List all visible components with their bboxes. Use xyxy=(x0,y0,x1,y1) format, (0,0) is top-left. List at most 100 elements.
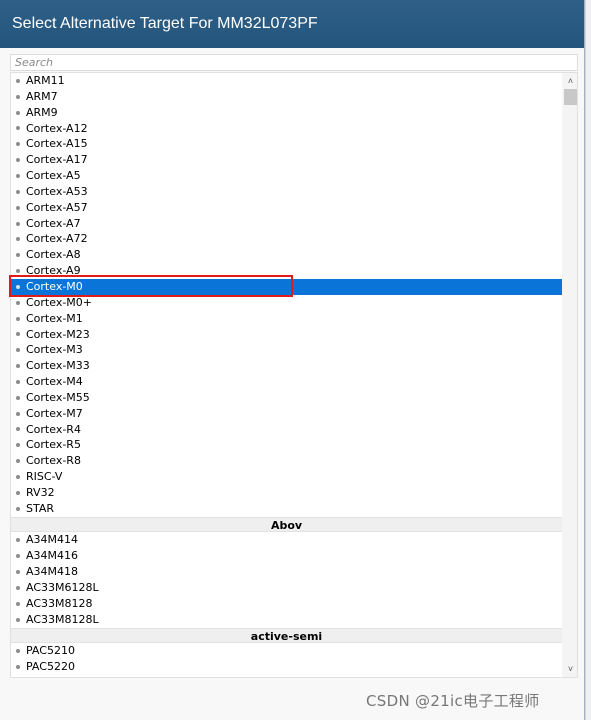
list-item-label: Cortex-M33 xyxy=(26,359,90,373)
list-item[interactable]: Cortex-A5 xyxy=(11,168,562,184)
list-item[interactable]: Cortex-R5 xyxy=(11,437,562,453)
bullet-icon xyxy=(16,78,20,83)
bullet-icon xyxy=(16,427,20,432)
list-item-label: Cortex-M7 xyxy=(26,406,83,420)
list-item[interactable]: ARM9 xyxy=(11,105,562,121)
list-item[interactable]: A34M416 xyxy=(11,548,562,564)
list-item-label: A34M418 xyxy=(26,565,79,579)
list-item-label: A34M416 xyxy=(26,549,79,563)
list-item[interactable]: Cortex-R4 xyxy=(11,422,562,438)
list-item[interactable]: AC33M8128 xyxy=(11,596,562,612)
list-item-label: Cortex-M1 xyxy=(26,311,83,325)
list-item-label: ARM9 xyxy=(26,105,58,119)
bullet-icon xyxy=(16,94,20,99)
list-item[interactable]: Cortex-M33 xyxy=(11,358,562,374)
list-item-label: Cortex-R4 xyxy=(26,422,81,436)
list-item[interactable]: Cortex-M55 xyxy=(11,390,562,406)
list-item-label: PAC5210 xyxy=(26,644,75,658)
list-item[interactable]: Cortex-M7 xyxy=(11,406,562,422)
target-list-rows: ARM11 ARM7 ARM9 Cortex-A12 Cortex-A15 Cortex-… xyxy=(11,73,562,675)
list-item-label: Cortex-A7 xyxy=(26,216,81,230)
list-item[interactable]: Cortex-M0 xyxy=(11,278,562,295)
bullet-icon xyxy=(16,110,20,115)
list-item-label: A34M414 xyxy=(26,533,79,547)
list-item-label: Cortex-A12 xyxy=(26,121,88,135)
dialog-title: Select Alternative Target For MM32L073PF xyxy=(12,15,318,32)
bullet-icon xyxy=(16,665,20,670)
list-item[interactable]: Cortex-A72 xyxy=(11,231,562,247)
list-item[interactable]: Cortex-A15 xyxy=(11,136,562,152)
list-item-label: Cortex-A72 xyxy=(26,232,88,246)
select-target-dialog: Select Alternative Target For MM32L073PF… xyxy=(0,0,585,720)
group-header: active-semi xyxy=(11,627,562,644)
list-item-label: AC33M8128 xyxy=(26,596,93,610)
list-item[interactable]: ARM11 xyxy=(11,73,562,89)
bullet-icon xyxy=(16,221,20,226)
list-item-label: ARM7 xyxy=(26,89,58,103)
list-item-label: Cortex-A57 xyxy=(26,200,88,214)
bullet-icon xyxy=(16,490,20,495)
list-item[interactable]: Cortex-M3 xyxy=(11,342,562,358)
list-item[interactable]: Cortex-A7 xyxy=(11,216,562,232)
list-item[interactable]: RV32 xyxy=(11,485,562,501)
list-item[interactable]: A34M414 xyxy=(11,532,562,548)
bullet-icon xyxy=(16,205,20,210)
bullet-icon xyxy=(16,364,20,369)
list-item-label: AC33M8128L xyxy=(26,612,99,626)
list-item[interactable]: Cortex-A8 xyxy=(11,247,562,263)
bullet-icon xyxy=(16,300,20,305)
bullet-icon xyxy=(16,617,20,622)
bullet-icon xyxy=(16,585,20,590)
bullet-icon xyxy=(16,332,20,337)
target-list[interactable]: ARM11 ARM7 ARM9 Cortex-A12 Cortex-A15 Cortex-… xyxy=(10,72,578,678)
list-item[interactable]: Cortex-A12 xyxy=(11,121,562,137)
list-item-label: ARM11 xyxy=(26,74,65,87)
bullet-icon xyxy=(16,538,20,543)
list-item[interactable]: Cortex-A17 xyxy=(11,152,562,168)
vertical-scrollbar[interactable]: ˄ ˅ xyxy=(562,73,577,677)
bullet-icon xyxy=(16,395,20,400)
list-item[interactable]: Cortex-M1 xyxy=(11,311,562,327)
list-item-label: RISC-V xyxy=(26,470,63,484)
search-input[interactable] xyxy=(10,54,578,71)
list-item[interactable]: Cortex-A53 xyxy=(11,184,562,200)
list-item-label: Cortex-A17 xyxy=(26,153,88,167)
list-item-label: Cortex-M3 xyxy=(26,343,83,357)
list-item-label: Cortex-A15 xyxy=(26,137,88,151)
list-item[interactable]: ARM7 xyxy=(11,89,562,105)
bullet-icon xyxy=(16,379,20,384)
list-item[interactable]: Cortex-A9 xyxy=(11,263,562,279)
bullet-icon xyxy=(16,601,20,606)
bullet-icon xyxy=(16,506,20,511)
bullet-icon xyxy=(16,142,20,147)
dialog-titlebar: Select Alternative Target For MM32L073PF xyxy=(0,0,584,48)
list-item[interactable]: PAC5210 xyxy=(11,643,562,659)
list-item-label: Cortex-M0 xyxy=(26,279,83,293)
list-item[interactable]: Cortex-M23 xyxy=(11,327,562,343)
list-item-label: Cortex-A5 xyxy=(26,169,81,183)
list-item-label: RV32 xyxy=(26,485,55,499)
list-item[interactable]: STAR xyxy=(11,501,562,517)
bullet-icon xyxy=(16,189,20,194)
list-item[interactable]: Cortex-A57 xyxy=(11,200,562,216)
list-item[interactable]: PAC5220 xyxy=(11,659,562,675)
list-item[interactable]: RISC-V xyxy=(11,469,562,485)
bullet-icon xyxy=(16,126,20,131)
list-item[interactable]: AC33M8128L xyxy=(11,612,562,628)
watermark-text: CSDN @21ic电子工程师 xyxy=(366,692,540,710)
scroll-up-arrow-icon[interactable]: ˄ xyxy=(562,74,577,88)
bullet-icon xyxy=(16,649,20,654)
list-item[interactable]: Cortex-M4 xyxy=(11,374,562,390)
list-item-label: Cortex-M23 xyxy=(26,327,90,341)
list-item-label: STAR xyxy=(26,501,55,515)
list-item[interactable]: A34M418 xyxy=(11,564,562,580)
list-item[interactable]: Cortex-M0+ xyxy=(11,295,562,311)
bullet-icon xyxy=(16,411,20,416)
bullet-icon xyxy=(16,348,20,353)
scroll-down-arrow-icon[interactable]: ˅ xyxy=(562,662,577,676)
list-item-label: Cortex-M4 xyxy=(26,375,83,389)
list-item[interactable]: Cortex-R8 xyxy=(11,453,562,469)
scroll-thumb[interactable] xyxy=(564,89,577,105)
list-item[interactable]: AC33M6128L xyxy=(11,580,562,596)
list-item-label: Cortex-A9 xyxy=(26,264,81,278)
